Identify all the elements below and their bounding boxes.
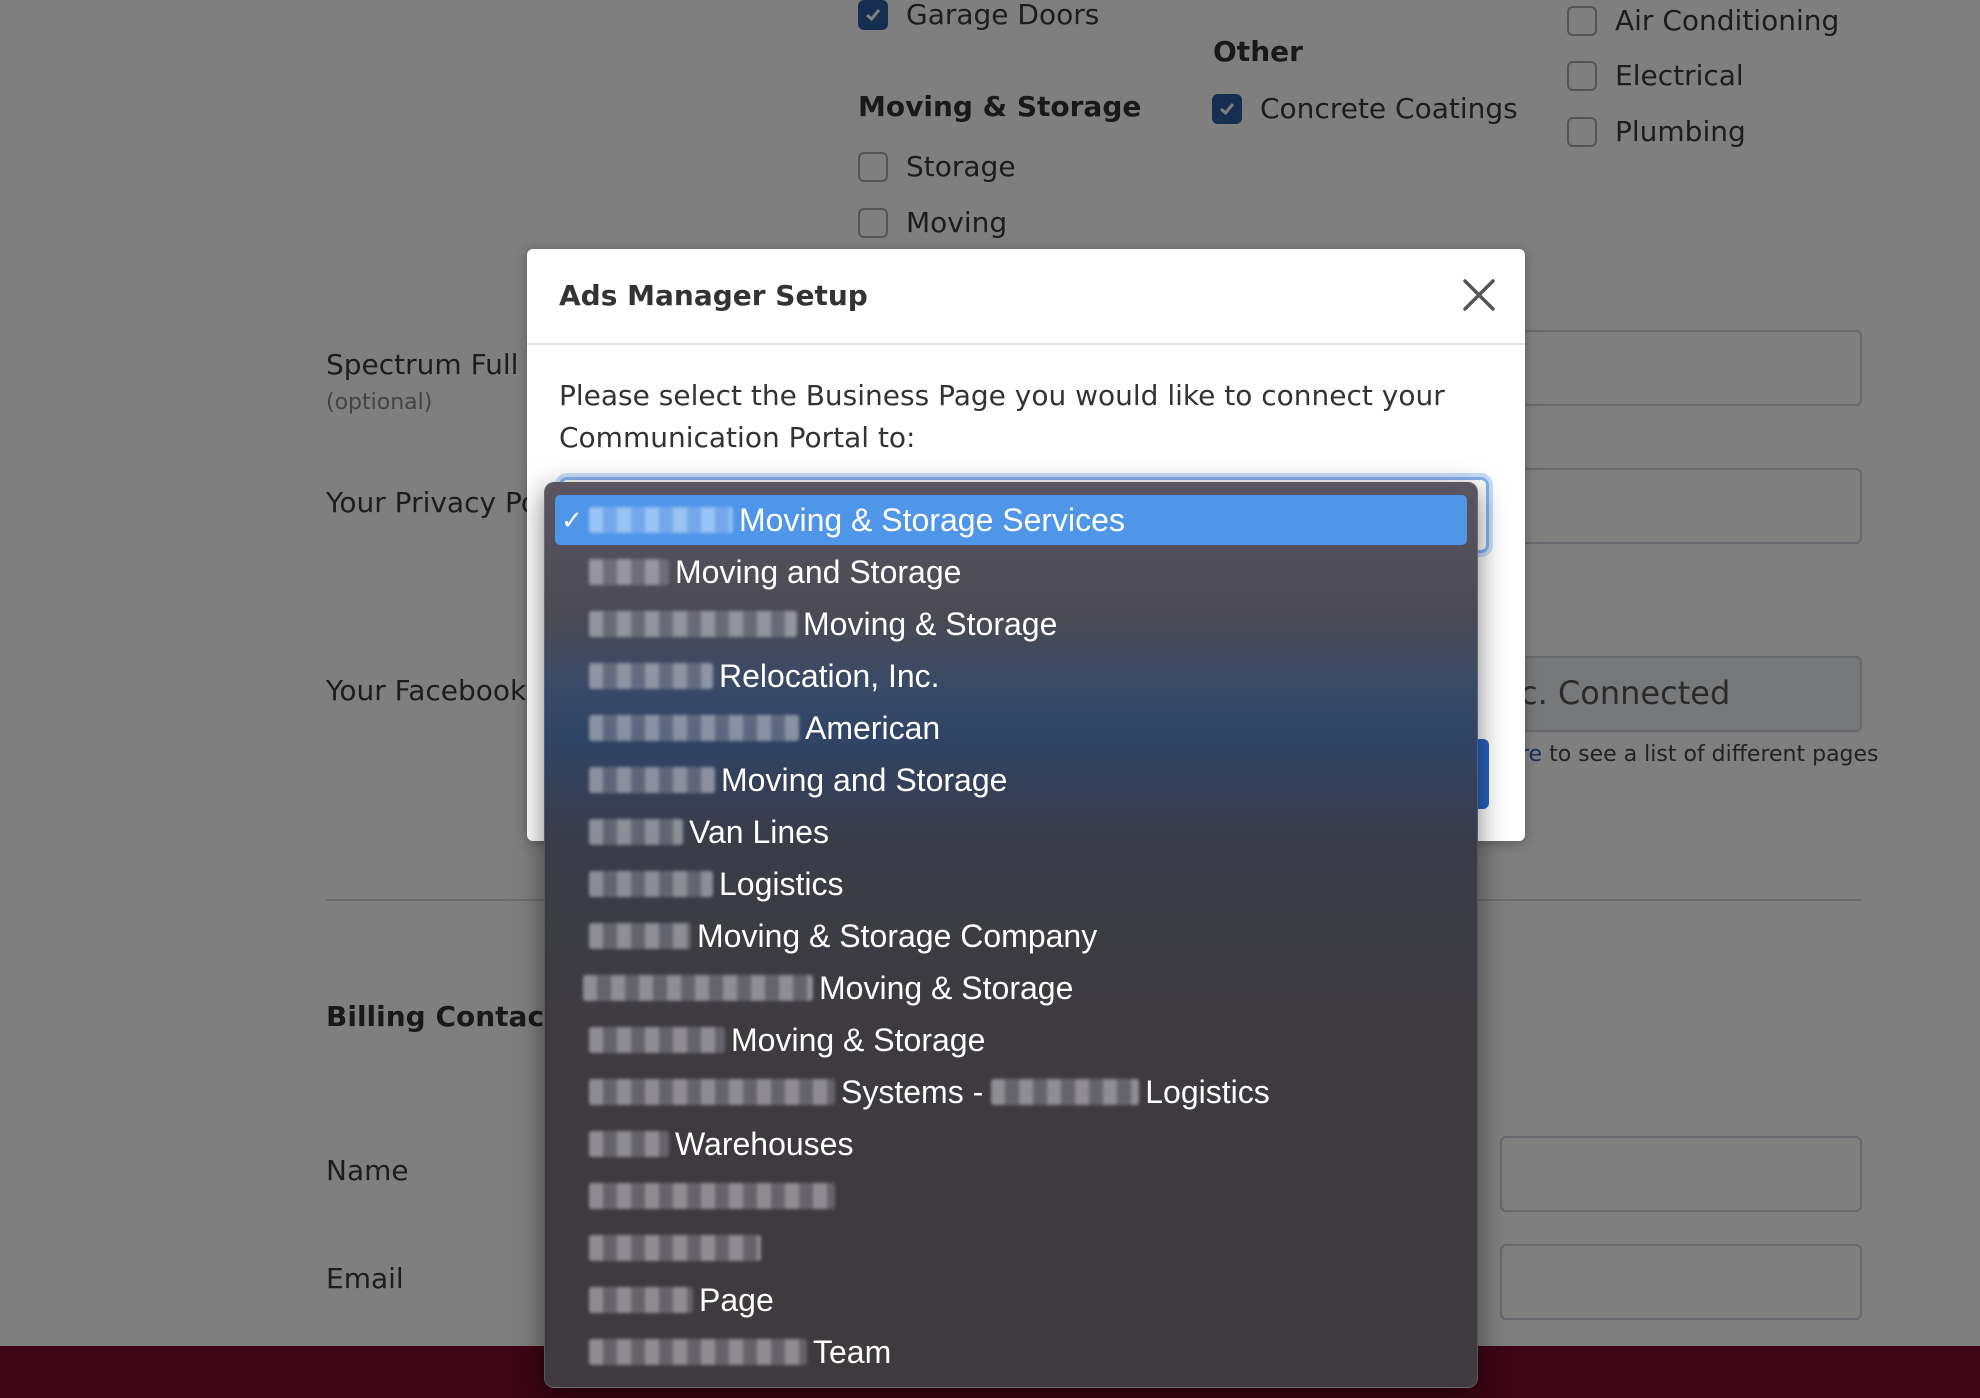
option-label: Team: [813, 1333, 892, 1370]
dropdown-option[interactable]: Moving & Storage: [555, 599, 1467, 649]
close-icon[interactable]: [1459, 275, 1499, 315]
redacted-text: [589, 767, 715, 793]
option-label: Moving & Storage: [803, 605, 1058, 642]
redacted-text: [589, 1183, 835, 1209]
option-label: Systems -: [841, 1073, 984, 1110]
dropdown-option[interactable]: [555, 1171, 1467, 1221]
redacted-text: [991, 1079, 1140, 1105]
option-label: Moving & Storage: [819, 969, 1074, 1006]
option-label: Warehouses: [675, 1125, 854, 1162]
redacted-text: [589, 559, 669, 585]
option-label: Moving & Storage: [731, 1021, 986, 1058]
redacted-text: [589, 1079, 835, 1105]
redacted-text: [589, 1339, 807, 1365]
redacted-text: [589, 871, 713, 897]
dropdown-option[interactable]: Warehouses: [555, 1119, 1467, 1169]
dropdown-option[interactable]: Moving and Storage: [555, 547, 1467, 597]
redacted-text: [589, 715, 799, 741]
redacted-text: [589, 1131, 669, 1157]
redacted-text: [589, 507, 733, 533]
redacted-text: [589, 1027, 725, 1053]
redacted-text: [589, 1287, 693, 1313]
option-label: Van Lines: [689, 813, 829, 850]
dropdown-option[interactable]: [555, 1223, 1467, 1273]
dropdown-option[interactable]: American: [555, 703, 1467, 753]
dropdown-option[interactable]: Systems - Logistics: [555, 1067, 1467, 1117]
option-label: American: [805, 709, 941, 746]
option-label: Moving & Storage Company: [697, 917, 1098, 954]
option-label-suffix: Logistics: [1145, 1073, 1270, 1110]
dropdown-option[interactable]: Team: [555, 1327, 1467, 1377]
business-page-dropdown: ✓ Moving & Storage Services Moving and S…: [544, 482, 1478, 1388]
dropdown-option[interactable]: Moving and Storage: [555, 755, 1467, 805]
option-label: Moving and Storage: [721, 761, 1008, 798]
dropdown-option[interactable]: Moving & Storage: [555, 963, 1467, 1013]
dropdown-option[interactable]: Page: [555, 1275, 1467, 1325]
redacted-text: [589, 611, 797, 637]
option-label: Logistics: [719, 865, 844, 902]
dropdown-option[interactable]: Relocation, Inc.: [555, 651, 1467, 701]
modal-prompt: Please select the Business Page you woul…: [559, 379, 1445, 454]
option-label: Page: [699, 1281, 774, 1318]
modal-title: Ads Manager Setup: [559, 279, 868, 312]
dropdown-option[interactable]: Logistics: [555, 859, 1467, 909]
checkmark-icon: ✓: [561, 504, 583, 535]
redacted-text: [589, 663, 713, 689]
dropdown-option-selected[interactable]: ✓ Moving & Storage Services: [555, 495, 1467, 545]
option-label: Moving & Storage Services: [739, 501, 1125, 538]
modal-header: Ads Manager Setup: [527, 249, 1525, 345]
option-label: Relocation, Inc.: [719, 657, 940, 694]
redacted-text: [583, 975, 813, 1001]
redacted-text: [589, 819, 683, 845]
dropdown-option[interactable]: Van Lines: [555, 807, 1467, 857]
redacted-text: [589, 923, 691, 949]
page: Garage Doors Moving & Storage Storage Mo…: [0, 0, 1980, 1398]
dropdown-option[interactable]: Moving & Storage Company: [555, 911, 1467, 961]
redacted-text: [589, 1235, 761, 1261]
option-label: Moving and Storage: [675, 553, 962, 590]
dropdown-option[interactable]: Moving & Storage: [555, 1015, 1467, 1065]
